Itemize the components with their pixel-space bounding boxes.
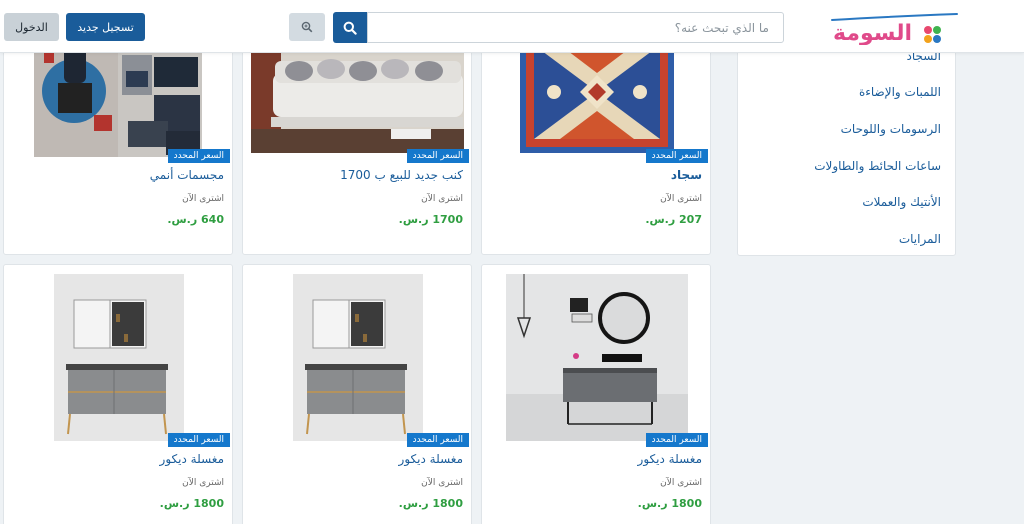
buy-now-label: اشترى الآن (660, 194, 702, 204)
price-badge: السعر المحدد (406, 149, 469, 163)
product-card[interactable]: السعر المحدد مغسلة ديكور اشترى الآن 1800… (242, 264, 472, 524)
search-input[interactable] (367, 12, 784, 43)
buy-now-label: اشترى الآن (182, 194, 224, 204)
price-badge: السعر المحدد (167, 433, 230, 447)
zoom-button[interactable] (289, 13, 325, 41)
site-logo[interactable]: السومة (800, 11, 960, 46)
product-name[interactable]: سجاد (671, 168, 702, 182)
product-price: 640 ر.س. (167, 213, 224, 226)
product-name[interactable]: مجسمات أنمي (150, 168, 224, 182)
price-badge: السعر المحدد (645, 149, 708, 163)
site-header: الدخول تسجيل جديد السومة (0, 0, 1024, 53)
price-badge: السعر المحدد (406, 433, 469, 447)
product-price: 207 ر.س. (645, 213, 702, 226)
login-button[interactable]: الدخول (4, 13, 59, 41)
category-item-lighting[interactable]: اللمبات والإضاءة (859, 85, 941, 99)
price-badge: السعر المحدد (645, 433, 708, 447)
product-image[interactable] (506, 274, 688, 441)
category-item-mirrors[interactable]: المرايات (899, 232, 941, 246)
product-card[interactable]: السعر المحدد مغسلة ديكور اشترى الآن 1800… (481, 264, 711, 524)
product-image[interactable] (54, 274, 184, 441)
search-button[interactable] (333, 12, 367, 43)
product-price: 1800 ر.س. (159, 497, 224, 510)
category-item-clocks[interactable]: ساعات الحائط والطاولات (814, 159, 941, 173)
logo-text: السومة (833, 21, 912, 45)
product-card[interactable]: السعر المحدد مغسلة ديكور اشترى الآن 1800… (3, 264, 233, 524)
product-price: 1800 ر.س. (637, 497, 702, 510)
buy-now-label: اشترى الآن (421, 478, 463, 488)
product-name[interactable]: كنب جديد للبيع ب 1700 (340, 168, 463, 182)
product-price: 1700 ر.س. (398, 213, 463, 226)
category-item-paintings[interactable]: الرسومات واللوحات (841, 122, 941, 136)
category-item-antiques[interactable]: الأنتيك والعملات (862, 195, 941, 209)
product-name[interactable]: مغسلة ديكور (638, 452, 702, 466)
search-icon (343, 21, 357, 35)
product-card[interactable]: السعر المحدد مجسمات أنمي اشترى الآن 640 … (3, 30, 233, 255)
buy-now-label: اشترى الآن (182, 478, 224, 488)
buy-now-label: اشترى الآن (421, 194, 463, 204)
buy-now-label: اشترى الآن (660, 478, 702, 488)
product-card[interactable]: السعر المحدد كنب جديد للبيع ب 1700 اشترى… (242, 30, 472, 255)
category-menu: السجاد اللمبات والإضاءة الرسومات واللوحا… (737, 30, 956, 256)
product-name[interactable]: مغسلة ديكور (160, 452, 224, 466)
product-name[interactable]: مغسلة ديكور (399, 452, 463, 466)
price-badge: السعر المحدد (167, 149, 230, 163)
product-image[interactable] (293, 274, 423, 441)
product-price: 1800 ر.س. (398, 497, 463, 510)
register-button[interactable]: تسجيل جديد (66, 13, 145, 41)
product-card[interactable]: السعر المحدد سجاد اشترى الآن 207 ر.س. (481, 30, 711, 255)
zoom-icon (301, 21, 313, 33)
